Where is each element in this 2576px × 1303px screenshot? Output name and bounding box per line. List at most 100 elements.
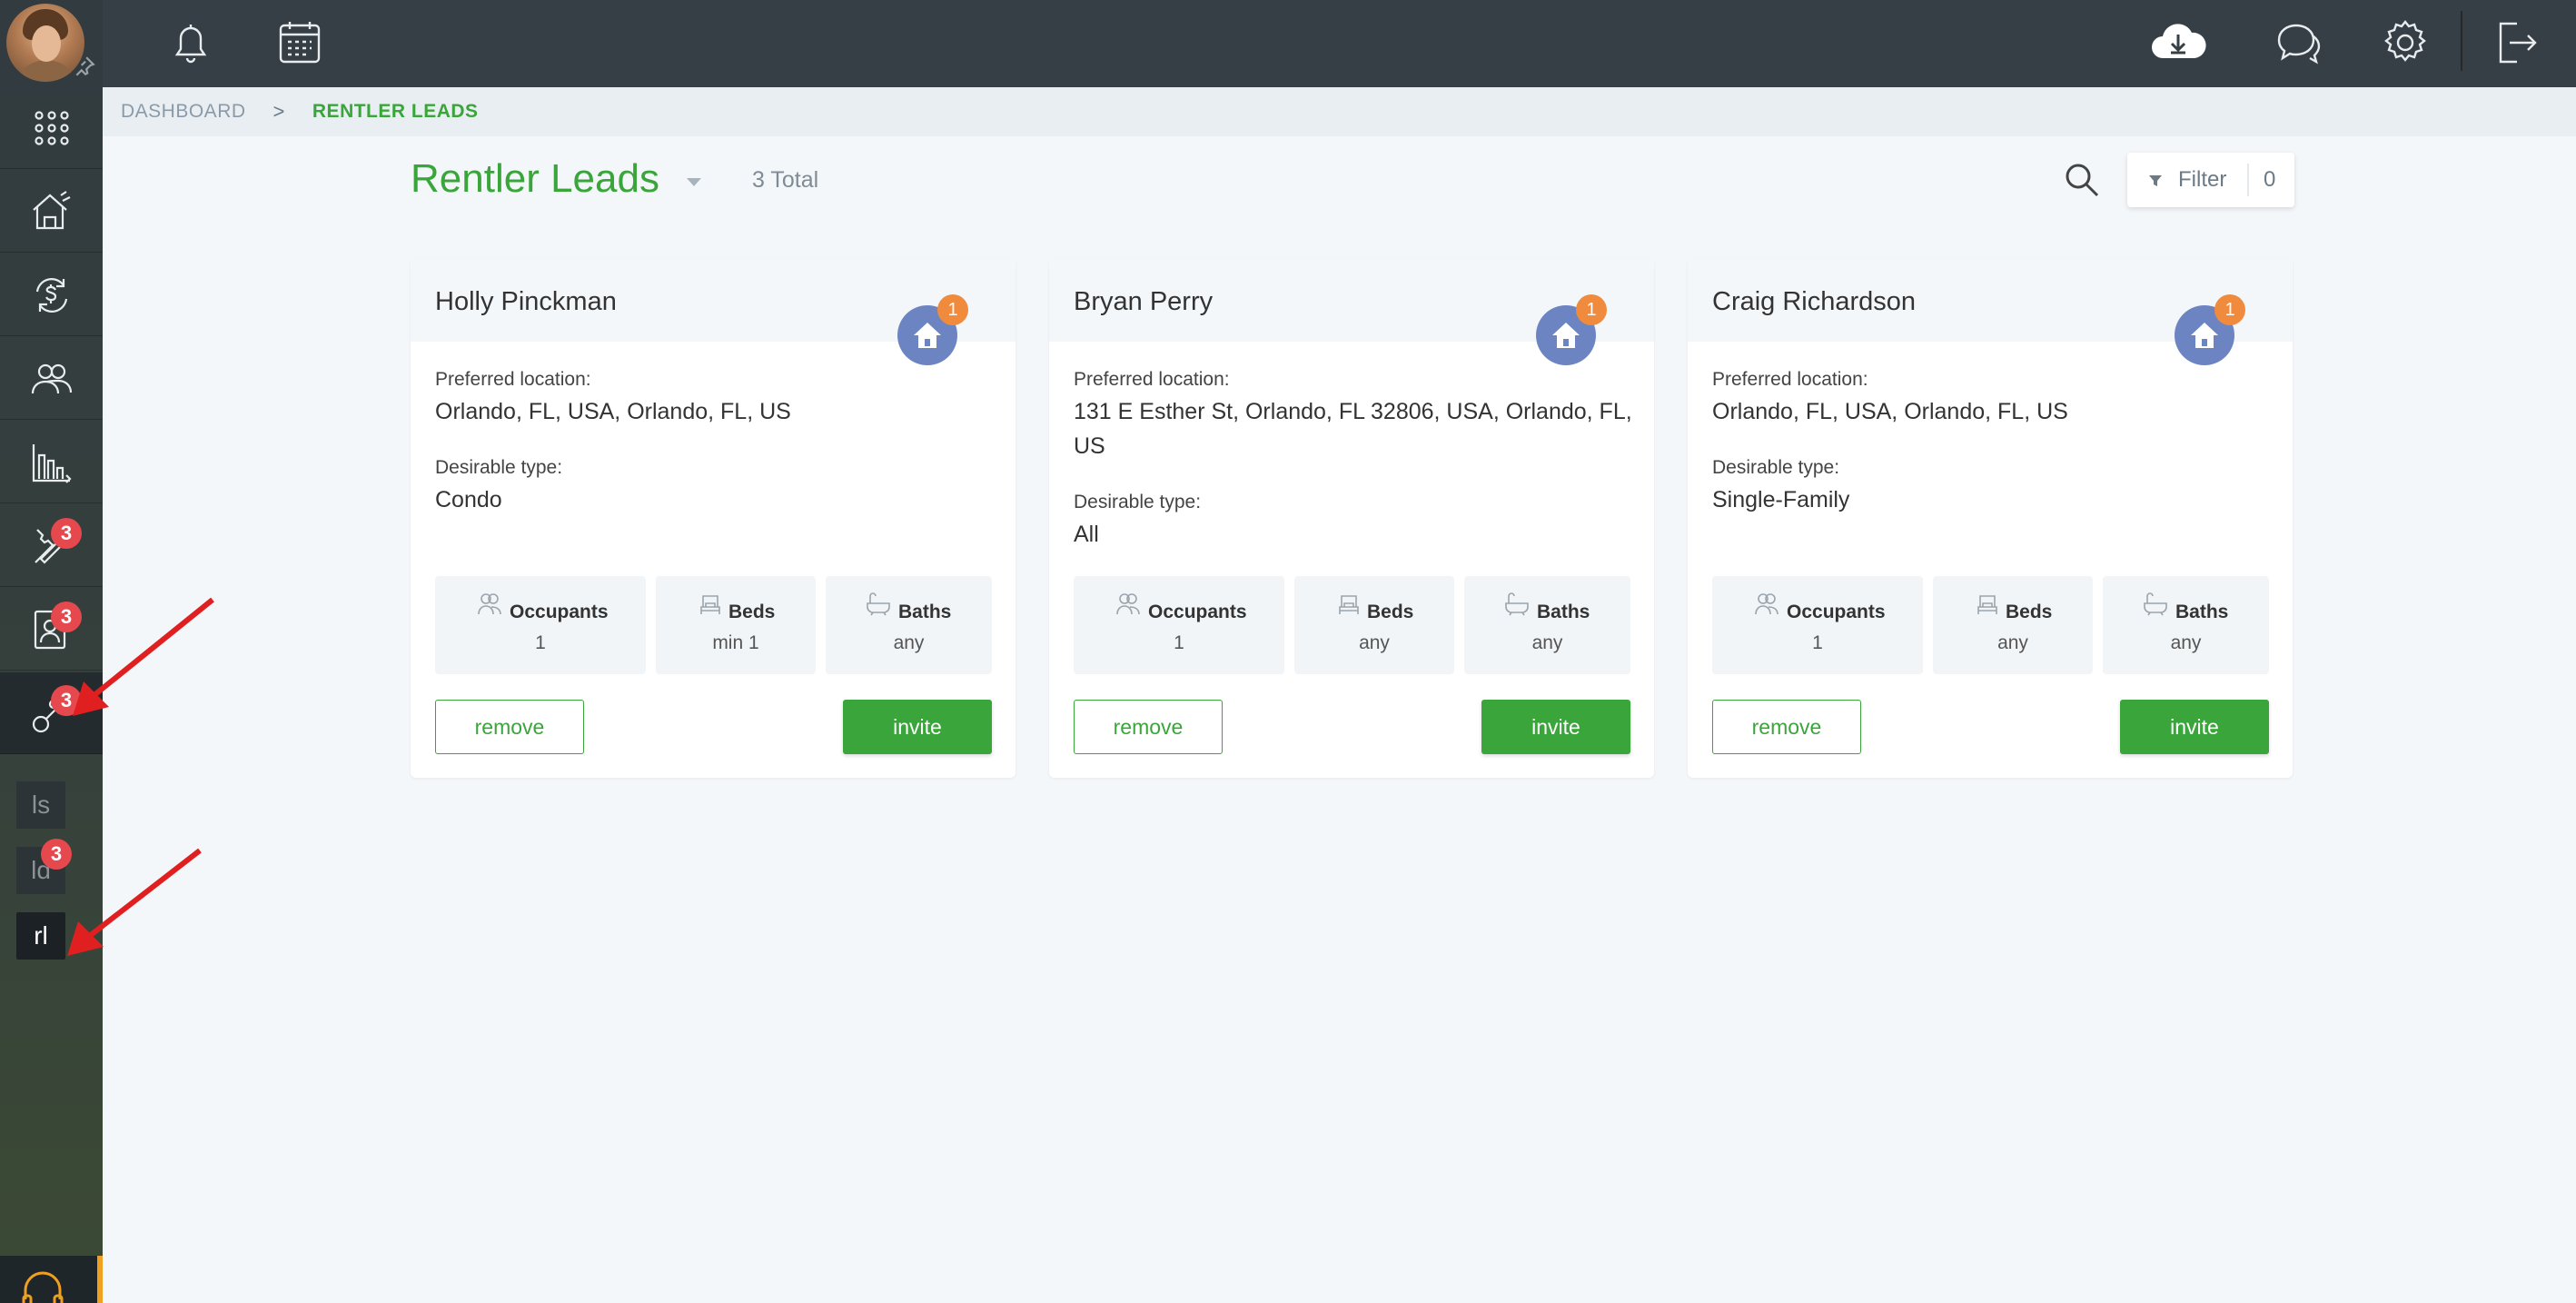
breadcrumb: DASHBOARD > RENTLER LEADS: [103, 87, 2576, 136]
dollar-cycle-icon: [35, 277, 67, 313]
baths-stat: Baths any: [1464, 576, 1630, 674]
top-bar: [103, 0, 2576, 87]
desirable-type-label: Desirable type:: [435, 457, 563, 478]
invite-button[interactable]: invite: [2120, 700, 2269, 754]
bathtub-icon: [1505, 592, 1529, 616]
remove-button[interactable]: remove: [1712, 700, 1861, 754]
lead-card: Bryan Perry 1 Preferred location: 131 E …: [1049, 258, 1654, 778]
baths-label: Baths: [1537, 602, 1590, 622]
headset-icon: [22, 1271, 64, 1303]
desirable-type-label: Desirable type:: [1074, 492, 1202, 512]
desirable-type-value: Condo: [435, 487, 502, 512]
occupants-label: Occupants: [1787, 602, 1886, 622]
page-title: Rentler Leads: [411, 156, 659, 201]
sidebar-subitem-ls[interactable]: ls: [16, 781, 65, 829]
home-count-badge: 1: [1576, 294, 1607, 325]
bed-icon: [1977, 595, 1997, 614]
bathtub-icon: [2144, 592, 2167, 616]
sidebar-item-people[interactable]: [0, 338, 103, 420]
annotation-arrow-icon: [67, 848, 202, 956]
sidebar-item-reports[interactable]: [0, 422, 103, 503]
sidebar-item-maintenance[interactable]: 3: [0, 505, 103, 587]
lead-card: Holly Pinckman 1 Preferred location: Orl…: [411, 258, 1016, 778]
sidebar-item-apps[interactable]: [0, 87, 103, 169]
chat-icon[interactable]: [2272, 16, 2324, 69]
desirable-type-label: Desirable type:: [1712, 457, 1840, 478]
occupants-value: 1: [535, 632, 546, 653]
users-icon: [31, 363, 72, 393]
beds-label: Beds: [1367, 602, 1414, 622]
baths-label: Baths: [2175, 602, 2229, 622]
beds-stat: Beds any: [1933, 576, 2093, 674]
beds-stat: Beds any: [1294, 576, 1454, 674]
pin-icon[interactable]: [73, 55, 96, 78]
calendar-icon[interactable]: [273, 16, 326, 69]
occupants-stat: Occupants 1: [435, 576, 646, 674]
house-icon: [32, 190, 70, 229]
baths-stat: Baths any: [2103, 576, 2269, 674]
beds-label: Beds: [2006, 602, 2053, 622]
filter-divider: [2247, 164, 2249, 196]
invite-button[interactable]: invite: [843, 700, 992, 754]
occupants-value: 1: [1812, 632, 1823, 653]
beds-label: Beds: [728, 602, 776, 622]
baths-value: any: [2170, 632, 2202, 653]
occupants-label: Occupants: [1148, 602, 1247, 622]
beds-stat: Beds min 1: [656, 576, 816, 674]
beds-value: any: [1997, 632, 2028, 653]
bed-icon: [1339, 595, 1359, 614]
people-icon: [1755, 593, 1778, 615]
filter-count: 0: [2264, 167, 2276, 192]
apps-grid-icon: [34, 110, 69, 145]
occupants-stat: Occupants 1: [1074, 576, 1284, 674]
invite-button[interactable]: invite: [1481, 700, 1630, 754]
gear-icon[interactable]: [2379, 16, 2432, 69]
bell-icon[interactable]: [164, 16, 217, 69]
people-icon: [1116, 593, 1140, 615]
home-icon: [914, 323, 941, 348]
breadcrumb-dashboard[interactable]: DASHBOARD: [121, 101, 246, 123]
bar-chart-icon: [32, 443, 72, 483]
preferred-location-label: Preferred location:: [435, 369, 591, 390]
baths-value: any: [893, 632, 925, 653]
breadcrumb-separator: >: [272, 100, 285, 123]
funnel-icon: [2149, 175, 2162, 186]
lead-name: Bryan Perry: [1074, 287, 1214, 316]
preferred-location-value: Orlando, FL, USA, Orlando, FL, US: [435, 399, 791, 424]
home-icon: [2191, 323, 2218, 348]
people-icon: [478, 593, 501, 615]
beds-value: min 1: [712, 632, 759, 653]
home-count-badge: 1: [937, 294, 968, 325]
lead-name: Holly Pinckman: [435, 287, 617, 316]
desirable-type-value: All: [1074, 522, 1099, 547]
preferred-location-value: 131 E Esther St, Orlando, FL 32806, USA,…: [1074, 399, 1632, 459]
help-accent-bar: [97, 1256, 103, 1303]
baths-value: any: [1531, 632, 1563, 653]
sidebar-item-properties[interactable]: [0, 171, 103, 253]
logout-icon[interactable]: [2490, 16, 2542, 69]
baths-stat: Baths any: [826, 576, 992, 674]
title-dropdown-caret-icon[interactable]: [687, 178, 701, 186]
occupants-label: Occupants: [510, 602, 609, 622]
search-icon[interactable]: [2062, 160, 2102, 200]
occupants-value: 1: [1174, 632, 1184, 653]
home-icon: [1552, 323, 1580, 348]
remove-button[interactable]: remove: [435, 700, 584, 754]
cloud-download-icon[interactable]: [2146, 16, 2210, 69]
annotation-arrow-icon: [73, 597, 214, 716]
bathtub-icon: [867, 592, 890, 616]
bed-icon: [700, 595, 720, 614]
baths-label: Baths: [898, 602, 952, 622]
user-avatar[interactable]: [0, 0, 103, 87]
remove-button[interactable]: remove: [1074, 700, 1223, 754]
breadcrumb-current: RENTLER LEADS: [312, 101, 479, 122]
lead-card: Craig Richardson 1 Preferred location: O…: [1688, 258, 2293, 778]
sidebar-item-payments[interactable]: [0, 254, 103, 336]
beds-value: any: [1359, 632, 1390, 653]
preferred-location-label: Preferred location:: [1074, 369, 1230, 390]
tools-badge: 3: [51, 518, 82, 549]
filter-button[interactable]: Filter 0: [2127, 153, 2294, 207]
home-count-badge: 1: [2214, 294, 2245, 325]
sidebar-item-help[interactable]: [0, 1256, 103, 1303]
topbar-divider: [2461, 11, 2462, 71]
